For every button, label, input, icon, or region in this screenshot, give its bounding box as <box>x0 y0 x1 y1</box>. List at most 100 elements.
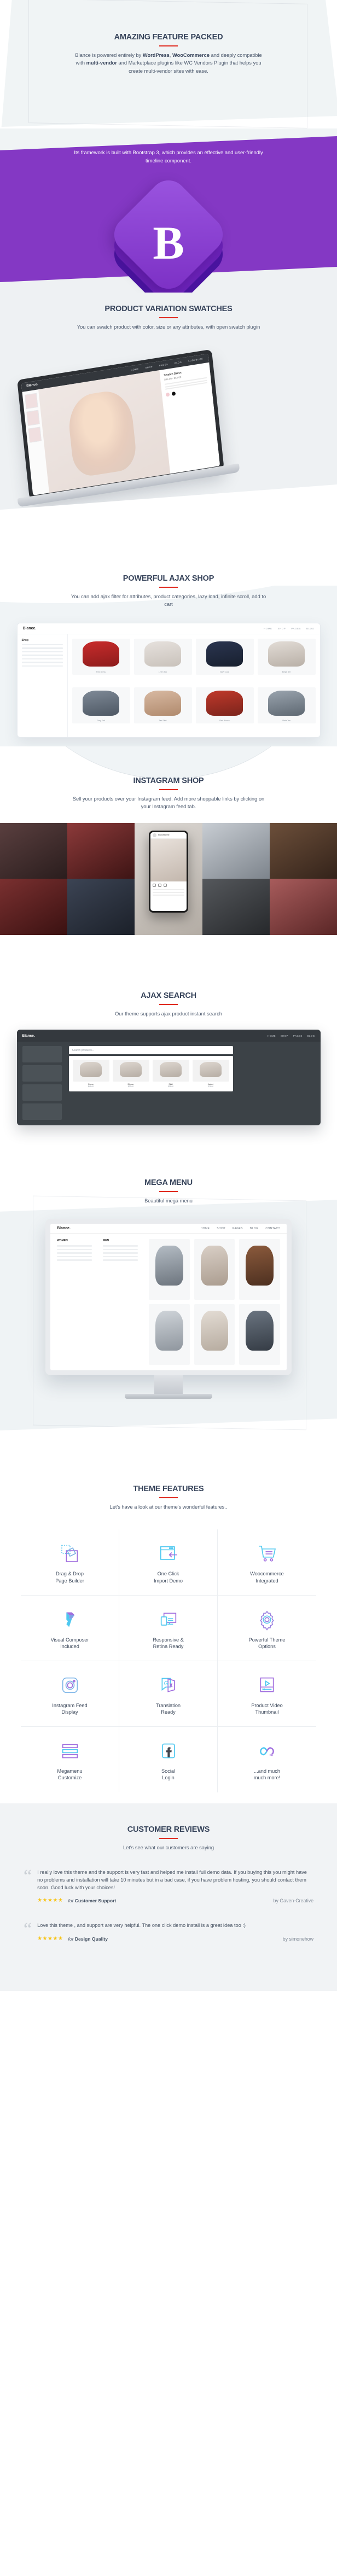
desc-part-1: Blance is powered entirely by <box>75 52 143 58</box>
section-instagram-shop: INSTAGRAM SHOP Sell your products over y… <box>0 746 337 965</box>
instagram-icon <box>24 1673 115 1697</box>
shop-product-card[interactable]: Linen Top <box>133 638 192 675</box>
mock-nav-item[interactable]: BLOG <box>175 360 182 364</box>
star-rating: ★★★★★ <box>37 1936 63 1942</box>
shop-nav-item[interactable]: HOME <box>264 627 272 630</box>
shop-nav: HOME SHOP PAGES BLOG <box>264 627 314 630</box>
imac-nav-item[interactable]: CONTACT <box>265 1227 280 1230</box>
instagram-description: Sell your products over your Instagram f… <box>72 796 265 810</box>
imac-screen: Blance. HOME SHOP PAGES BLOG CONTACT WOM… <box>45 1219 292 1376</box>
shop-nav-item[interactable]: PAGES <box>291 627 301 630</box>
theme-features-description: Let's have a look at our theme's wonderf… <box>109 1504 228 1510</box>
search-nav-item[interactable]: PAGES <box>293 1035 303 1037</box>
shop-product-card[interactable]: Beige Set <box>257 638 316 675</box>
mock-nav-item[interactable]: HOME <box>131 367 139 371</box>
mock-swatch-pink[interactable] <box>165 392 170 397</box>
mega-product-card[interactable] <box>239 1239 280 1300</box>
product-name: Navy Coat <box>220 670 229 673</box>
product-name: Red Blouse <box>219 720 230 722</box>
imac-nav-item[interactable]: SHOP <box>217 1227 225 1230</box>
mock-thumbnail[interactable] <box>25 393 38 410</box>
feature-label: Visual Composer Included <box>50 1637 89 1649</box>
search-result-item[interactable]: Skirt $28.00 <box>152 1060 189 1088</box>
search-input[interactable]: Search products... <box>68 1046 233 1055</box>
search-result-item[interactable]: Blouse $32.00 <box>112 1060 149 1088</box>
search-result-item[interactable]: Jacket $76.00 <box>192 1060 229 1088</box>
desc-part-4: and Marketplace plugins like WC Vendors … <box>117 60 262 74</box>
instagram-post[interactable] <box>269 879 337 935</box>
review-item: “ Love this theme , and support are very… <box>24 1919 313 1942</box>
search-nav-item[interactable]: HOME <box>268 1035 276 1037</box>
mock-thumbnail[interactable] <box>26 410 40 426</box>
mock-swatch-black[interactable] <box>171 391 176 396</box>
instagram-post[interactable] <box>67 822 135 879</box>
shopping-cart-icon <box>221 1541 313 1566</box>
mega-product-card[interactable] <box>194 1304 235 1365</box>
imac-nav-item[interactable]: PAGES <box>233 1227 243 1230</box>
instagram-post[interactable] <box>202 822 270 879</box>
product-name: Grey Knit <box>97 720 105 722</box>
review-for-prefix: for <box>68 1936 75 1942</box>
imac-nav-item[interactable]: BLOG <box>250 1227 259 1230</box>
feature-label: Social Login <box>161 1768 176 1781</box>
section-mega-menu: MEGA MENU Beautiful mega menu Blance. HO… <box>0 1151 337 1457</box>
search-nav-item[interactable]: SHOP <box>281 1035 288 1037</box>
mock-nav-item[interactable]: PAGES <box>159 363 168 367</box>
reviews-description: Let's see what our customers are saying <box>123 1844 214 1850</box>
landing-page: AMAZING FEATURE PACKED Blance is powered… <box>0 0 337 1991</box>
feature-item: Powerful Theme Options <box>218 1596 316 1661</box>
product-name: Slate Tee <box>282 720 290 722</box>
responsive-devices-icon <box>123 1608 214 1632</box>
feature-item: Visual Composer Included <box>21 1595 119 1661</box>
mega-product-card[interactable] <box>239 1304 280 1365</box>
shop-product-card[interactable]: Navy Coat <box>195 638 254 675</box>
shop-product-card[interactable]: Red Blouse <box>195 687 254 724</box>
mega-product-card[interactable] <box>194 1239 235 1300</box>
feature-item: G Translation Ready <box>119 1661 218 1727</box>
desc-bold-wordpress: WordPress <box>142 52 170 58</box>
imac-nav-item[interactable]: HOME <box>201 1227 210 1230</box>
section-ajax-shop: POWERFUL AJAX SHOP You can add ajax filt… <box>0 544 337 746</box>
mock-nav-item[interactable]: SHOP <box>145 365 153 369</box>
instagram-post[interactable] <box>202 879 270 935</box>
translate-icon: G <box>123 1673 214 1697</box>
imac-mockup: Blance. HOME SHOP PAGES BLOG CONTACT WOM… <box>45 1219 292 1399</box>
result-thumb <box>152 1060 189 1082</box>
title-rule <box>159 1191 178 1192</box>
shop-nav-item[interactable]: BLOG <box>306 627 315 630</box>
instagram-post[interactable] <box>67 879 135 935</box>
mega-product-card[interactable] <box>149 1239 190 1300</box>
feature-label: Powerful Theme Options <box>248 1637 286 1649</box>
search-result-item[interactable]: Dress $45.00 <box>72 1060 109 1088</box>
instagram-actions[interactable] <box>150 881 187 889</box>
result-thumb <box>72 1060 109 1082</box>
mega-product-card[interactable] <box>149 1304 190 1365</box>
quote-icon: “ <box>24 1919 32 1940</box>
instagram-post[interactable] <box>0 879 68 935</box>
shop-logo: Blance. <box>22 626 37 630</box>
feature-item: Responsive & Retina Ready <box>119 1595 218 1661</box>
shop-nav-item[interactable]: SHOP <box>278 627 286 630</box>
review-category: for Design Quality <box>68 1936 108 1942</box>
theme-features-title: THEME FEATURES <box>133 1485 204 1493</box>
feature-item: Woocommerce Integrated <box>218 1529 316 1596</box>
instagram-post[interactable] <box>0 822 68 879</box>
shop-product-card[interactable]: Grey Knit <box>72 687 130 724</box>
feature-label: Drag & Drop Page Builder <box>55 1571 84 1584</box>
shop-product-grid: Red Dress Linen Top Navy Coat Beige Set … <box>68 634 320 737</box>
shop-filter-sidebar[interactable]: Shop <box>18 634 68 737</box>
mock-thumbnail[interactable] <box>28 427 42 443</box>
search-nav-item[interactable]: BLOG <box>307 1035 315 1037</box>
instagram-post[interactable] <box>269 822 337 879</box>
search-side-thumbs <box>22 1046 62 1123</box>
feature-label: Product Video Thumbnail <box>251 1702 283 1715</box>
shop-header: Blance. HOME SHOP PAGES BLOG <box>17 623 320 634</box>
ajax-shop-title: POWERFUL AJAX SHOP <box>123 574 214 583</box>
mega-column-heading: MEN <box>103 1239 109 1243</box>
shop-product-card[interactable]: Slate Tee <box>257 687 316 724</box>
shop-product-card[interactable]: Tan Skirt <box>133 687 192 724</box>
page-title: AMAZING FEATURE PACKED <box>114 33 223 42</box>
shop-product-card[interactable]: Red Dress <box>72 638 130 675</box>
instagram-handle: blancetheme <box>158 834 170 837</box>
mock-nav-item[interactable]: LOOKBOOK <box>188 357 204 362</box>
